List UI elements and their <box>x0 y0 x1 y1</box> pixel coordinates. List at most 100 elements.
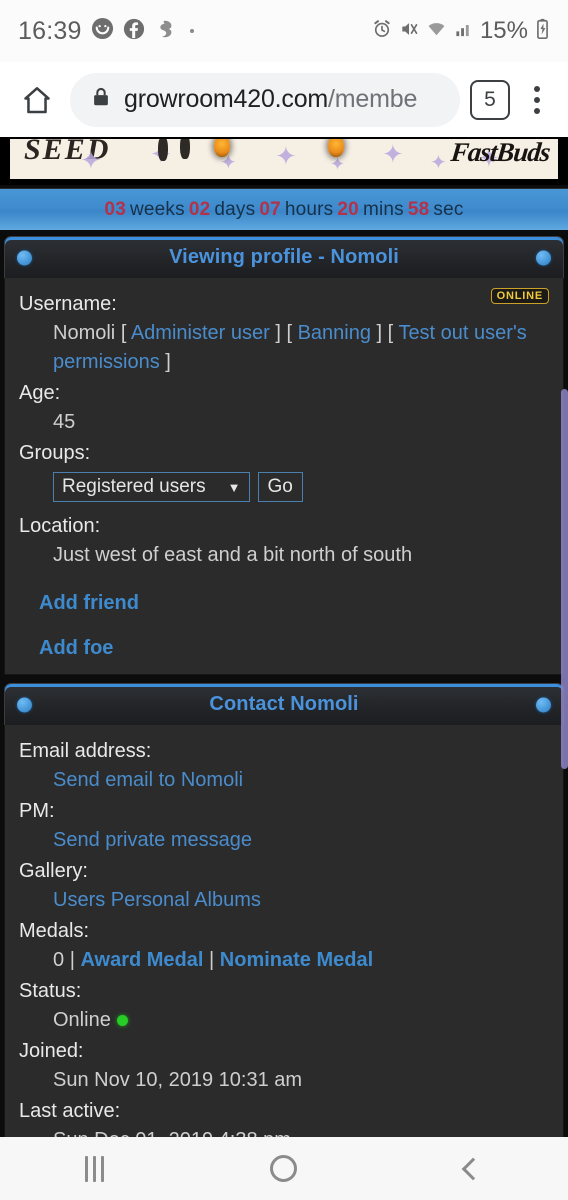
countdown-mins-num: 20 <box>337 198 359 220</box>
bud-decor-icon <box>214 139 230 157</box>
recents-button[interactable] <box>0 1155 189 1182</box>
back-button[interactable] <box>379 1157 568 1180</box>
location-label: Location: <box>19 515 101 537</box>
field-joined: Joined: Sun Nov 10, 2019 10:31 am <box>5 1037 563 1095</box>
address-bar[interactable]: growroom420.com/membe <box>70 72 460 127</box>
gallery-value-row: Users Personal Albums <box>19 886 549 915</box>
leaf-decor-icon <box>158 139 168 161</box>
messenger-icon <box>91 17 114 45</box>
home-circle-icon <box>270 1155 298 1182</box>
battery-charging-icon <box>535 18 550 45</box>
star-decor-icon: ✦ <box>80 145 102 175</box>
status-value: Online <box>53 1009 111 1031</box>
field-username: Username: Nomoli [ Administer user ] [ B… <box>5 290 563 377</box>
last-active-value: Sun Dec 01, 2019 4:38 pm <box>19 1126 549 1137</box>
kebab-menu-icon[interactable] <box>520 78 554 122</box>
banning-link[interactable]: Banning <box>298 322 371 344</box>
countdown-secs-label: sec <box>433 198 464 220</box>
pm-value-row: Send private message <box>19 826 549 855</box>
award-medal-link[interactable]: Award Medal <box>80 949 203 971</box>
profile-panel-body: ONLINE Username: Nomoli [ Administer use… <box>4 278 564 675</box>
groups-control-row: Registered users ▼ Go <box>19 472 549 502</box>
url-domain: growroom420.com <box>124 85 329 113</box>
recents-icon <box>85 1155 105 1182</box>
email-value-row: Send email to Nomoli <box>19 766 549 795</box>
field-age: Age: 45 <box>5 379 563 437</box>
browser-toolbar: growroom420.com/membe 5 <box>0 62 568 137</box>
lock-icon <box>90 86 112 113</box>
battery-percent-label: 15% <box>479 17 528 44</box>
groups-select[interactable]: Registered users ▼ <box>53 472 250 502</box>
star-decor-icon: ✦ <box>430 152 447 174</box>
online-dot-icon <box>116 1015 128 1027</box>
gallery-albums-link[interactable]: Users Personal Albums <box>53 889 261 911</box>
add-foe-link[interactable]: Add foe <box>39 637 113 659</box>
page-scrollbar[interactable] <box>561 389 568 769</box>
status-value-row: Online <box>19 1006 549 1035</box>
username-label: Username: <box>19 293 117 315</box>
field-medals: Medals: 0 | Award Medal | Nominate Medal <box>5 917 563 975</box>
contact-panel-title: Contact Nomoli <box>209 693 359 715</box>
nominate-medal-link[interactable]: Nominate Medal <box>220 949 373 971</box>
countdown-days-num: 02 <box>188 198 211 220</box>
contact-panel: Contact Nomoli Email address: Send email… <box>4 683 564 1137</box>
countdown-weeks-num: 03 <box>104 198 126 220</box>
status-bar-left: 16:39 <box>18 17 372 46</box>
age-value: 45 <box>53 411 76 433</box>
countdown-strip: 03 weeks 02 days 07 hours 20 mins 58 sec <box>0 188 568 230</box>
countdown-weeks-label: weeks <box>129 198 185 220</box>
home-icon[interactable] <box>14 77 60 123</box>
star-decor-icon: ✦ <box>275 141 297 171</box>
android-status-bar: 16:39 15% <box>0 0 568 62</box>
gallery-label: Gallery: <box>19 860 88 882</box>
field-groups: Groups: Registered users ▼ Go <box>5 439 563 502</box>
field-location: Location: Just west of east and a bit no… <box>5 512 563 570</box>
administer-user-link[interactable]: Administer user <box>131 322 270 344</box>
countdown-days-label: days <box>214 198 256 220</box>
webpage-viewport: SEED ✦ ✦ ✦ ✦ ✦ ✦ ✦ ✦ FastBuds 03 weeks 0… <box>0 137 568 1137</box>
star-decor-icon: ✦ <box>330 154 346 174</box>
status-bar-clock: 16:39 <box>18 16 82 45</box>
groups-go-button[interactable]: Go <box>257 472 303 502</box>
pm-label: PM: <box>19 800 55 822</box>
android-nav-bar <box>0 1137 568 1200</box>
add-foe-row: Add foe <box>5 637 563 660</box>
panel-knob-right-icon <box>536 250 551 265</box>
joined-label: Joined: <box>19 1040 84 1062</box>
medals-count: 0 <box>53 949 65 971</box>
url-path: /membe <box>328 85 418 113</box>
field-pm: PM: Send private message <box>5 797 563 855</box>
countdown-mins-label: mins <box>362 198 404 220</box>
username-value-row: Nomoli [ Administer user ] [ Banning ] [… <box>53 322 527 373</box>
phone-screen: 16:39 15% growroom420.com/membe 5 SEED ✦… <box>0 0 568 1200</box>
banner-ad-wrap[interactable]: SEED ✦ ✦ ✦ ✦ ✦ ✦ ✦ ✦ FastBuds <box>0 137 568 185</box>
last-active-label: Last active: <box>19 1100 121 1122</box>
medals-label: Medals: <box>19 920 90 942</box>
age-label: Age: <box>19 382 61 404</box>
send-pm-link[interactable]: Send private message <box>53 829 252 851</box>
field-gallery: Gallery: Users Personal Albums <box>5 857 563 915</box>
url-text: growroom420.com/membe <box>124 85 417 114</box>
bud-decor-icon <box>328 139 344 157</box>
star-decor-icon: ✦ <box>382 139 404 169</box>
medals-value-row: 0 | Award Medal | Nominate Medal <box>53 949 374 971</box>
tab-counter-button[interactable]: 5 <box>470 79 510 120</box>
panel-knob-left-icon <box>17 250 32 265</box>
add-friend-link[interactable]: Add friend <box>39 592 139 614</box>
alarm-icon <box>372 19 392 44</box>
email-label: Email address: <box>19 740 152 762</box>
signal-icon <box>454 19 473 44</box>
status-label: Status: <box>19 980 82 1002</box>
send-email-link[interactable]: Send email to Nomoli <box>53 769 243 791</box>
status-bar-right: 15% <box>372 17 550 45</box>
contact-panel-body: Email address: Send email to Nomoli PM: … <box>4 725 564 1137</box>
home-button[interactable] <box>189 1155 378 1182</box>
profile-panel-header: Viewing profile - Nomoli <box>4 236 564 278</box>
notification-dot-icon <box>189 29 194 33</box>
chevron-down-icon: ▼ <box>227 479 241 495</box>
panel-knob-right-icon <box>536 697 551 712</box>
field-status: Status: Online <box>5 977 563 1035</box>
contact-panel-header: Contact Nomoli <box>4 683 564 725</box>
joined-value: Sun Nov 10, 2019 10:31 am <box>53 1069 303 1091</box>
banner-ad[interactable]: SEED ✦ ✦ ✦ ✦ ✦ ✦ ✦ ✦ FastBuds <box>10 139 558 179</box>
